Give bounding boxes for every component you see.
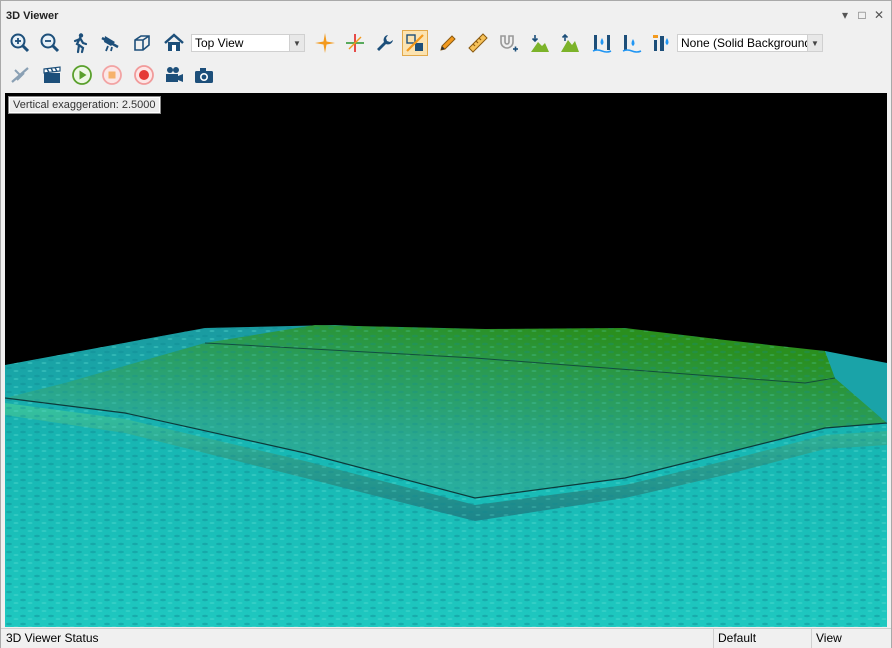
walk-icon[interactable] bbox=[67, 30, 93, 56]
dropdown-icon[interactable]: ▾ bbox=[837, 7, 853, 23]
window-title: 3D Viewer bbox=[6, 10, 59, 22]
chevron-down-icon[interactable]: ▼ bbox=[289, 35, 304, 51]
home-icon[interactable] bbox=[161, 30, 187, 56]
wrench-icon[interactable] bbox=[372, 30, 398, 56]
status-bar: 3D Viewer Status Default View bbox=[1, 628, 891, 648]
clapperboard-icon[interactable] bbox=[39, 62, 65, 88]
main-toolbar: Top View ▼ None (Solid Background ▼ bbox=[5, 30, 889, 60]
fly-icon[interactable] bbox=[97, 30, 123, 56]
water-level-icon[interactable] bbox=[589, 30, 615, 56]
animation-toolbar bbox=[5, 62, 889, 92]
maximize-icon[interactable]: □ bbox=[854, 7, 870, 23]
3d-viewer-window: 3D Viewer ▾ □ ✕ Top View ▼ None (Solid B… bbox=[0, 0, 892, 648]
status-divider bbox=[713, 629, 714, 648]
title-bar: 3D Viewer ▾ □ ✕ bbox=[1, 1, 891, 27]
status-view: View bbox=[816, 631, 842, 645]
exaggeration-label: Vertical exaggeration: 2.5000 bbox=[8, 96, 161, 114]
background-select[interactable]: None (Solid Background ▼ bbox=[677, 34, 823, 52]
pencil-icon[interactable] bbox=[435, 30, 461, 56]
terrain-render bbox=[5, 325, 887, 627]
background-select-value: None (Solid Background bbox=[681, 36, 812, 50]
video-camera-icon[interactable] bbox=[161, 62, 187, 88]
view-select-value: Top View bbox=[195, 36, 244, 50]
crosshair-star-icon[interactable] bbox=[312, 30, 338, 56]
3d-viewport[interactable]: Vertical exaggeration: 2.5000 bbox=[5, 93, 887, 627]
status-text: 3D Viewer Status bbox=[6, 631, 99, 645]
zoom-in-icon[interactable] bbox=[7, 30, 33, 56]
status-divider bbox=[811, 629, 812, 648]
close-icon[interactable]: ✕ bbox=[871, 7, 887, 23]
chevron-down-icon[interactable]: ▼ bbox=[807, 35, 822, 51]
play-icon[interactable] bbox=[69, 62, 95, 88]
status-mode: Default bbox=[718, 631, 757, 645]
terrain-toggle-icon[interactable] bbox=[402, 30, 428, 56]
view-select[interactable]: Top View ▼ bbox=[191, 34, 305, 52]
record-icon[interactable] bbox=[131, 62, 157, 88]
plane-icon[interactable] bbox=[7, 62, 33, 88]
crosshair-icon[interactable] bbox=[342, 30, 368, 56]
water-lower-icon[interactable] bbox=[619, 30, 645, 56]
terrain-lower-icon[interactable] bbox=[527, 30, 553, 56]
magnet-icon[interactable] bbox=[495, 30, 521, 56]
box-icon[interactable] bbox=[129, 30, 155, 56]
water-tower-icon[interactable] bbox=[649, 30, 675, 56]
terrain-raise-icon[interactable] bbox=[557, 30, 583, 56]
ruler-icon[interactable] bbox=[465, 30, 491, 56]
photo-camera-icon[interactable] bbox=[191, 62, 217, 88]
zoom-out-icon[interactable] bbox=[37, 30, 63, 56]
stop-icon[interactable] bbox=[99, 62, 125, 88]
